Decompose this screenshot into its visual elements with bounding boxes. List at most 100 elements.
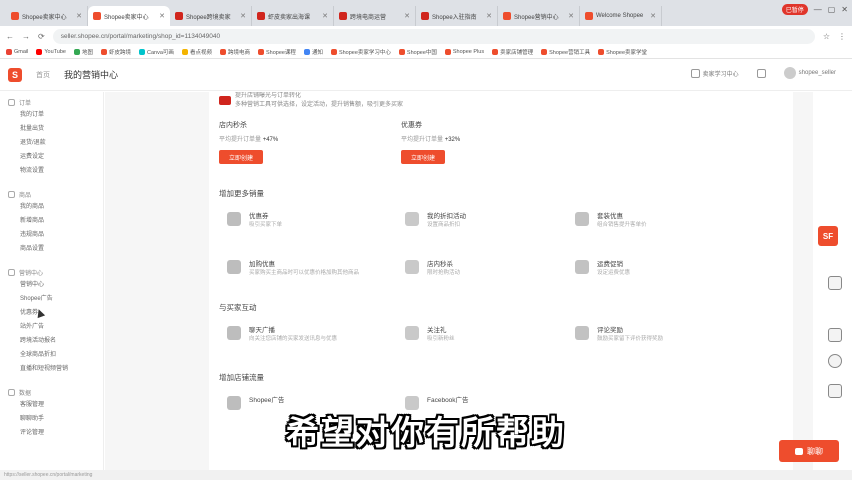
browser-tab[interactable]: 跨境电商运营 ✕ (334, 6, 416, 26)
feature-tile[interactable]: 店内秒杀 限时抢购活动 (405, 258, 565, 277)
close-tab-icon[interactable]: ✕ (404, 12, 410, 20)
bookmark-item[interactable]: Shopee中国 (398, 48, 437, 56)
sidebar-item[interactable]: 优惠券 (8, 306, 103, 320)
bookmark-item[interactable]: 虾皮跨境 (101, 48, 131, 56)
url-input[interactable]: seller.shopee.cn/portal/marketing/shop_i… (52, 28, 815, 44)
image-tool-icon[interactable] (828, 276, 842, 290)
settings-icon[interactable] (828, 354, 842, 368)
bookmark-item[interactable]: Shopee课程 (257, 48, 296, 56)
bookmark-label: YouTube (44, 49, 66, 55)
address-bar-row: ← → ⟳ seller.shopee.cn/portal/marketing/… (0, 26, 852, 46)
close-tab-icon[interactable]: ✕ (240, 12, 246, 20)
bookmark-icon (74, 49, 80, 55)
bookmark-label: Shopee课程 (265, 50, 296, 56)
bookmark-item[interactable]: 卖家店铺管理 (492, 48, 533, 56)
group-icon (8, 190, 15, 198)
bookmark-star-icon[interactable]: ☆ (823, 32, 830, 41)
bookmark-item[interactable]: Gmail (6, 49, 28, 55)
browser-tab[interactable]: Shopee营销中心 ✕ (498, 6, 580, 26)
bookmark-item[interactable]: 跨境电商 (219, 48, 250, 56)
bookmark-icon (444, 49, 451, 55)
bookmark-item[interactable]: Shopee Plus (444, 49, 484, 55)
create-button[interactable]: 立即创建 (219, 150, 263, 164)
sidebar-group-header[interactable]: 营销中心 (8, 266, 103, 278)
qr-code-icon[interactable] (828, 328, 842, 342)
sidebar-group-header[interactable]: 数据 (8, 386, 103, 398)
sidebar-item[interactable]: 我的商品 (8, 200, 103, 214)
sidebar-item[interactable]: 批量出货 (8, 122, 103, 136)
promo-stat: 平均提升订单量 +47% (219, 134, 389, 143)
maximize-icon[interactable]: ▢ (828, 5, 836, 14)
promo-stat-label: 平均提升订单量 (219, 137, 262, 143)
feature-tile[interactable]: 优惠券 吸引买家下单 (227, 210, 387, 229)
browser-tab[interactable]: Shopee卖家中心 ✕ (88, 6, 170, 26)
sidebar-group: 订单 我的订单 批量出货 退货/退款 运费设定 物流设置 (8, 96, 103, 178)
bookmark-icon (6, 49, 12, 55)
sidebar-item[interactable]: 我的订单 (8, 108, 103, 122)
sidebar-item[interactable]: 新增商品 (8, 214, 103, 228)
favicon-icon (175, 12, 183, 20)
sidebar-group-header[interactable]: 商品 (8, 188, 103, 200)
sidebar-item[interactable]: 全球商品折扣 (8, 348, 103, 362)
back-icon[interactable]: ← (6, 32, 14, 41)
paused-badge[interactable]: 已暂停 (781, 4, 808, 15)
browser-tab[interactable]: Shopee卖家中心 ✕ (6, 6, 88, 26)
feature-icon (575, 260, 589, 274)
browser-tab[interactable]: Shopee入驻指南 ✕ (416, 6, 498, 26)
help-link[interactable]: 卖家学习中心 (690, 68, 739, 78)
shopee-logo[interactable]: S (8, 67, 22, 82)
feature-tile[interactable]: 关注礼 吸引新粉丝 (405, 324, 565, 343)
sidebar-group-header[interactable]: 订单 (8, 96, 103, 108)
browser-tab[interactable]: Shopee跨境卖家 ✕ (170, 6, 252, 26)
create-button[interactable]: 立即创建 (401, 150, 445, 164)
bookmark-item[interactable]: Shopee卖家学习中心 (330, 48, 391, 56)
close-tab-icon[interactable]: ✕ (568, 12, 574, 20)
sidebar-item[interactable]: 违规商品 (8, 228, 103, 242)
bookmark-item[interactable]: 通知 (303, 48, 323, 56)
sidebar-group-label: 商品 (19, 192, 32, 199)
feature-tile[interactable]: 评论奖励 鼓励买家留下评价获得奖励 (575, 324, 735, 343)
scroll-top-icon[interactable] (828, 384, 842, 398)
sidebar-item[interactable]: 跨境活动报名 (8, 334, 103, 348)
sidebar-item[interactable]: 商品设置 (8, 242, 103, 256)
bookmark-item[interactable]: 看点视频 (181, 48, 212, 56)
tab-title: Shopee入驻指南 (432, 14, 477, 21)
feature-tile[interactable]: 运费促销 设定运费优惠 (575, 258, 735, 277)
close-window-icon[interactable]: ✕ (841, 5, 848, 14)
sidebar-item[interactable]: 运费设定 (8, 150, 103, 164)
bookmark-item[interactable]: 地图 (74, 48, 93, 56)
forward-icon[interactable]: → (22, 32, 30, 41)
sidebar-item[interactable]: 物流设置 (8, 164, 103, 178)
sidebar-item[interactable]: 退货/退款 (8, 136, 103, 150)
close-tab-icon[interactable]: ✕ (159, 12, 165, 20)
extensions-icon[interactable]: ⋮ (838, 32, 846, 41)
close-tab-icon[interactable]: ✕ (650, 12, 656, 20)
feature-tile[interactable]: 聊天广播 向关注您店铺的买家发送讯息与优惠 (227, 324, 387, 343)
reload-icon[interactable]: ⟳ (38, 32, 45, 41)
feature-tile[interactable]: 套装优惠 组合销售提升客单价 (575, 210, 735, 229)
bookmark-item[interactable]: Shopee营销工具 (541, 48, 590, 56)
home-link[interactable]: 首页 (36, 70, 50, 80)
close-tab-icon[interactable]: ✕ (486, 12, 492, 20)
sidebar-item[interactable]: 直播和短视频营销 (8, 362, 103, 376)
feature-tile[interactable]: 我的折扣活动 设置商品折扣 (405, 210, 565, 229)
sidebar-item[interactable]: 营销中心 (8, 278, 103, 292)
bookmark-item[interactable]: YouTube (36, 49, 66, 55)
feature-tile[interactable]: 加购优惠 买家购买主商品时可以优惠价格加购其他商品 (227, 258, 387, 277)
close-tab-icon[interactable]: ✕ (76, 12, 82, 20)
feature-icon (405, 326, 419, 340)
sidebar-item[interactable]: Shopee广告 (8, 292, 103, 306)
sf-float-badge[interactable]: SF (818, 226, 838, 246)
favicon-icon (339, 12, 347, 20)
browser-tab[interactable]: 虾皮卖家出海课 ✕ (252, 6, 334, 26)
window-controls: 已暂停 — ▢ ✕ (781, 4, 848, 15)
bookmark-item[interactable]: Shopee卖家学堂 (598, 48, 647, 56)
bookmark-item[interactable]: Canva可画 (139, 48, 174, 56)
browser-tab[interactable]: Welcome Shopee ✕ (580, 6, 662, 26)
user-menu[interactable]: shopee_seller (783, 67, 836, 79)
notification-bell-icon[interactable] (756, 68, 766, 78)
sidebar-item[interactable]: 站外广告 (8, 320, 103, 334)
minimize-icon[interactable]: — (814, 5, 822, 14)
close-tab-icon[interactable]: ✕ (322, 12, 328, 20)
bookmark-label: 通知 (311, 50, 323, 56)
